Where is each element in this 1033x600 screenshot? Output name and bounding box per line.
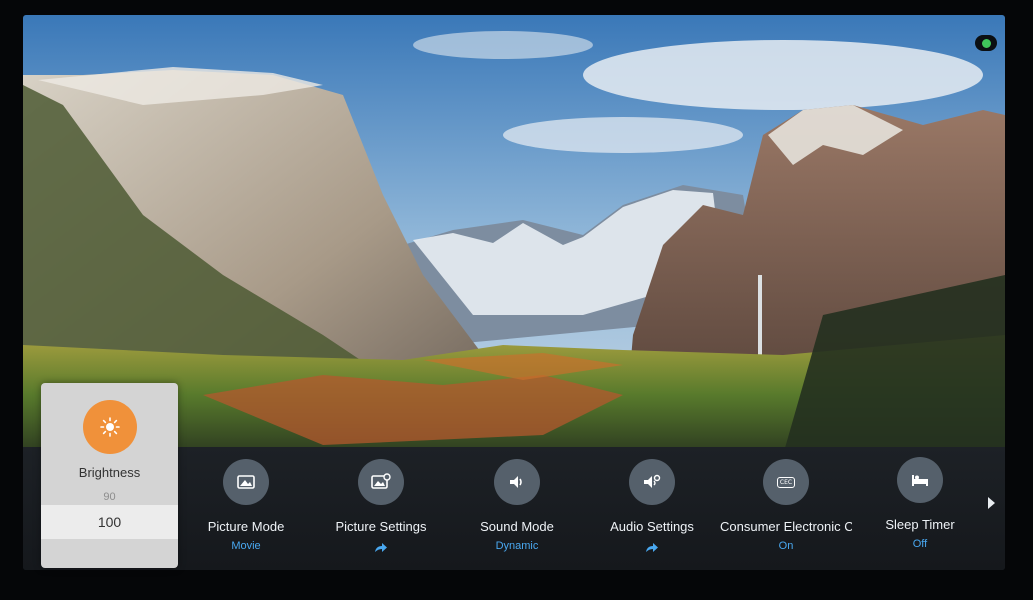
- menu-value-cec: On: [778, 540, 794, 552]
- menu-item-cec[interactable]: CEC Consumer Electronic C On: [711, 459, 861, 569]
- menu-item-audio-settings[interactable]: Audio Settings: [577, 459, 727, 569]
- status-indicator: [975, 35, 997, 51]
- menu-value-sound-mode: Dynamic: [495, 540, 539, 552]
- bed-icon: [897, 457, 943, 503]
- forward-arrow-icon: [374, 540, 388, 558]
- speaker-icon: [494, 459, 540, 505]
- menu-item-sound-mode[interactable]: Sound Mode Dynamic: [442, 459, 592, 569]
- sun-icon: [83, 400, 137, 454]
- audio-settings-icon: [629, 459, 675, 505]
- menu-label-cec: Consumer Electronic C: [720, 519, 852, 534]
- brightness-title: Brightness: [78, 465, 141, 480]
- menu-item-picture-mode[interactable]: Picture Mode Movie: [171, 459, 321, 569]
- menu-label-sleep-timer: Sleep Timer: [885, 517, 955, 532]
- menu-label-picture-settings: Picture Settings: [335, 519, 427, 534]
- forward-arrow-icon: [645, 540, 659, 558]
- menu-value-sleep-timer: Off: [912, 538, 928, 550]
- menu-label-sound-mode: Sound Mode: [480, 519, 554, 534]
- picture-icon: [223, 459, 269, 505]
- menu-value-picture-mode: Movie: [231, 540, 261, 552]
- brightness-previous-value[interactable]: 90: [41, 491, 178, 503]
- brightness-current-value[interactable]: 100: [41, 505, 178, 539]
- cec-icon: CEC: [763, 459, 809, 505]
- brightness-panel[interactable]: Brightness 90 100: [41, 383, 178, 568]
- menu-item-sleep-timer[interactable]: Sleep Timer Off: [845, 457, 995, 567]
- menu-label-audio-settings: Audio Settings: [610, 519, 694, 534]
- status-led-icon: [981, 38, 991, 48]
- picture-settings-icon: [358, 459, 404, 505]
- next-page-arrow-icon[interactable]: [988, 497, 995, 509]
- menu-item-picture-settings[interactable]: Picture Settings: [306, 459, 456, 569]
- cec-icon-text: CEC: [776, 476, 796, 488]
- menu-label-picture-mode: Picture Mode: [207, 519, 285, 534]
